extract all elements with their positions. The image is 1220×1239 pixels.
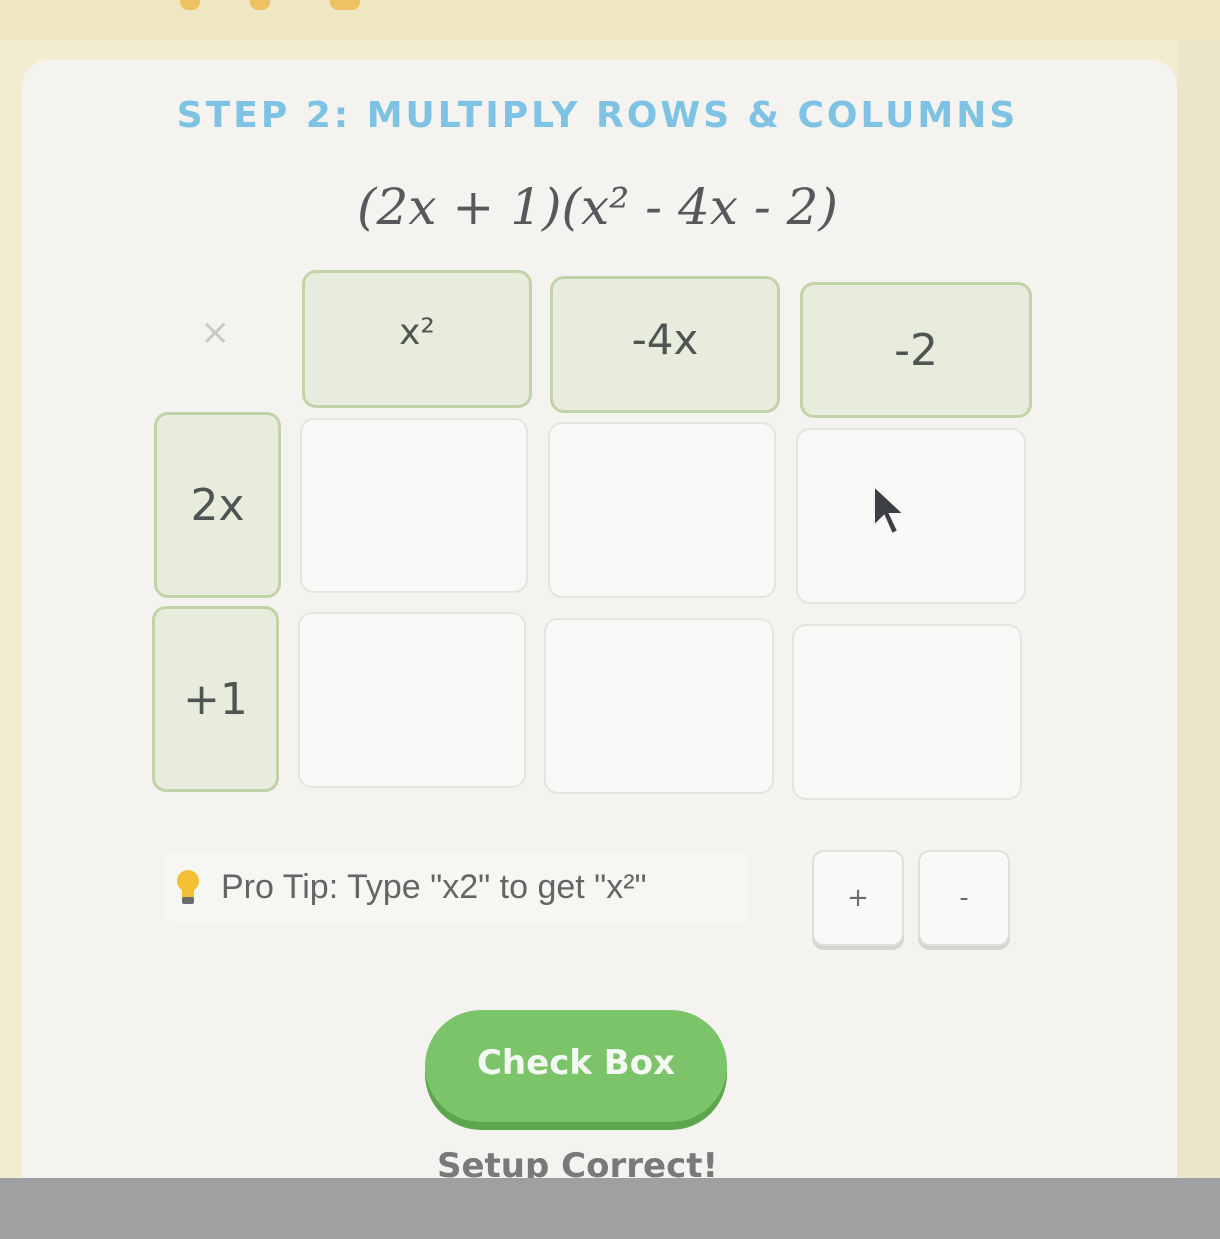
minus-button[interactable]: - [918, 850, 1010, 946]
column-header-2: -4x [550, 276, 780, 413]
product-cell-r2c3[interactable] [792, 624, 1022, 800]
product-cell-r1c3[interactable] [796, 428, 1026, 604]
product-cell-r2c2[interactable] [544, 618, 774, 794]
pro-tip-text: Pro Tip: Type "x2" to get "x²" [221, 867, 647, 906]
lightbulb-icon [177, 870, 199, 904]
check-box-button[interactable]: Check Box [425, 1010, 727, 1122]
column-header-3: -2 [800, 282, 1032, 418]
column-header-label: x² [399, 311, 435, 353]
top-strip [0, 0, 1220, 40]
plus-button[interactable]: + [812, 850, 904, 946]
minus-button-label: - [959, 883, 969, 913]
multiply-corner-symbol: × [200, 312, 231, 353]
row-header-label: 2x [190, 479, 245, 531]
bottom-band [0, 1178, 1220, 1239]
decor-dot [180, 0, 200, 10]
product-cell-r2c1[interactable] [298, 612, 526, 788]
row-header-1: 2x [154, 412, 281, 598]
row-header-label: +1 [183, 673, 248, 725]
mouse-cursor-icon [873, 483, 907, 536]
column-header-label: -2 [894, 324, 938, 376]
row-header-2: +1 [152, 606, 279, 792]
column-header-label: -4x [631, 315, 699, 364]
decor-dot [250, 0, 270, 10]
product-cell-r1c2[interactable] [548, 422, 776, 598]
step-title: STEP 2: MULTIPLY ROWS & COLUMNS [176, 95, 1019, 136]
product-cell-r1c1[interactable] [300, 418, 528, 593]
decor-dot [330, 0, 360, 10]
column-header-1: x² [302, 270, 532, 408]
plus-button-label: + [847, 883, 869, 913]
pro-tip: Pro Tip: Type "x2" to get "x²" [165, 852, 750, 922]
equation: (2x + 1)(x² - 4x - 2) [357, 178, 838, 236]
